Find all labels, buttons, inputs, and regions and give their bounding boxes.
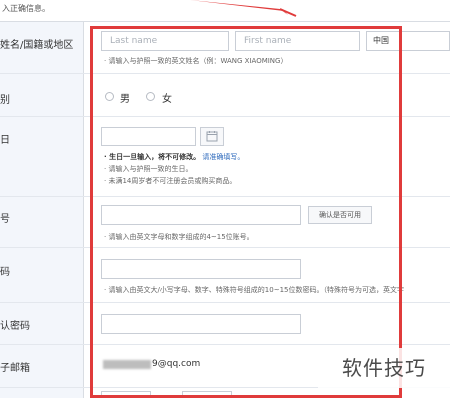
country-select-value: 中国	[373, 36, 389, 45]
account-tip: · 请输入由英文字母和数字组成的4~15位账号。	[104, 233, 254, 241]
row-divider	[0, 73, 450, 74]
email-value: 9@qq.com	[152, 359, 201, 369]
male-radio-label[interactable]: 男	[120, 90, 130, 105]
confirm-password-label: 确认密码	[0, 321, 30, 332]
country-select[interactable]: 中国	[366, 31, 450, 51]
watermark: 软件技巧	[318, 348, 450, 388]
birthday-tip-2: · 请输入与护照一致的生日。	[104, 165, 193, 173]
name-label: 姓名/国籍或地区	[0, 40, 74, 51]
birthday-tip-1: · 生日一旦输入，将不可修改。 请准确填写。	[104, 152, 244, 162]
confirm-password-input[interactable]	[101, 314, 301, 334]
birthday-tip-warning: · 生日一旦输入，将不可修改。	[104, 153, 201, 161]
birthday-tip-accurate: 请准确填写。	[202, 153, 245, 161]
check-availability-button[interactable]: 确认是否可用	[308, 206, 372, 224]
email-redaction	[103, 360, 151, 369]
gender-label: 性别	[0, 95, 10, 106]
female-radio-label[interactable]: 女	[162, 90, 172, 105]
email-label: 电子邮箱	[0, 363, 30, 374]
first-name-input[interactable]	[235, 31, 360, 51]
password-input[interactable]	[101, 259, 301, 279]
email-input[interactable]: 9@qq.com	[101, 354, 301, 376]
female-radio[interactable]	[146, 92, 155, 101]
next-field-box[interactable]	[101, 391, 151, 398]
account-input[interactable]	[101, 205, 301, 225]
calendar-icon	[206, 131, 218, 142]
row-divider	[0, 302, 450, 303]
row-divider	[0, 196, 450, 197]
red-arrow-annotation	[190, 0, 297, 17]
password-tip: · 请输入由英文大/小写字母、数字、特殊符号组成的10~15位数密码。（特殊符号…	[104, 286, 404, 294]
next-field-box[interactable]	[182, 391, 232, 398]
birthday-label: 生日	[0, 135, 10, 146]
row-divider	[0, 116, 450, 117]
male-radio[interactable]	[105, 92, 114, 101]
name-tip: · 请输入与护照一致的英文姓名（例：WANG XIAOMING）	[104, 57, 288, 65]
row-divider	[0, 344, 450, 345]
row-divider	[0, 247, 450, 248]
calendar-button[interactable]	[200, 127, 224, 146]
instruction-text: 入正确信息。	[2, 4, 50, 13]
birthday-input[interactable]	[101, 127, 196, 146]
password-label: 密码	[0, 267, 10, 278]
last-name-input[interactable]	[101, 31, 229, 51]
account-label: 账号	[0, 214, 10, 225]
birthday-tip-3: · 未满14周岁者不可注册会员或购买商品。	[104, 177, 237, 185]
